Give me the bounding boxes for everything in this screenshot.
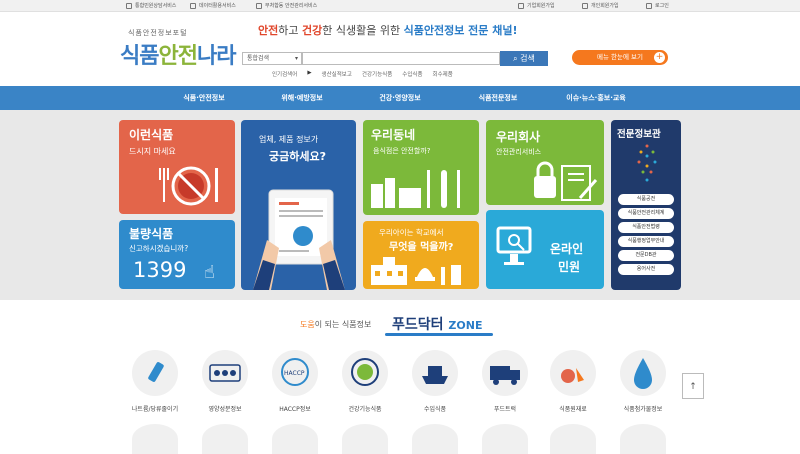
health-food-icon[interactable] — [342, 350, 388, 396]
additive-icon[interactable] — [620, 350, 666, 396]
user-icon — [582, 2, 588, 9]
expert-link[interactable]: 식품행정업무안내 — [618, 236, 674, 247]
truck-icon[interactable] — [482, 350, 528, 396]
tile-report-food[interactable]: 불량식품 신고하시겠습니까? 1399 ☝ — [119, 220, 235, 289]
title-underline — [385, 333, 493, 336]
monitor-icon — [496, 226, 532, 265]
nutrition-icon[interactable] — [202, 350, 248, 396]
town-icon — [371, 170, 460, 208]
search-category-select[interactable]: 통합검색 — [242, 52, 302, 65]
next-row-icon[interactable] — [272, 424, 318, 454]
nav-item[interactable]: 식품·안전정보 — [155, 86, 253, 110]
building-icon — [126, 2, 132, 9]
expert-link[interactable]: 용어사전 — [618, 264, 674, 275]
tile-neighborhood[interactable]: 우리동네 음식점은 안전할까? — [363, 120, 479, 215]
keyword-link[interactable]: 회수제품 — [433, 70, 453, 78]
logo-subtitle: 식품안전정보포털 — [128, 29, 188, 37]
ship-icon[interactable] — [412, 350, 458, 396]
expert-link[interactable]: 전문DB관 — [618, 250, 674, 261]
icon-label: HACCP정보 — [279, 406, 311, 413]
site-logo[interactable]: 식품안전나라 — [120, 38, 236, 70]
util-link-personal-join[interactable]: 개인회원가입 — [582, 2, 619, 9]
nav-item[interactable]: 건강·영양정보 — [351, 86, 449, 110]
dots-bulb-icon — [637, 144, 657, 182]
food-doctor-tagline: 도움이 되는 식품정보 — [300, 320, 372, 329]
hand-icon: ☝ — [204, 262, 215, 283]
ingredient-icon[interactable] — [550, 350, 596, 396]
util-link-safety[interactable]: 부처합동 안전관리서비스 — [256, 2, 317, 9]
expert-link[interactable]: 식품안전법령 — [618, 222, 674, 233]
tile-bad-food[interactable]: 이런식품 드시지 마세요 — [119, 120, 235, 214]
tile-school-meal[interactable]: 우리아이는 학교에서 무엇을 먹을까? — [363, 221, 479, 289]
main-nav: 식품·안전정보 위해·예방정보 건강·영양정보 식품전문정보 이슈·뉴스·홍보·… — [0, 86, 800, 110]
tile-expert-info: 전문정보관 식품공전 식품안전관리체계 식품안전법령 식품행정업무안내 전문DB… — [611, 120, 681, 290]
svg-text:HACCP: HACCP — [284, 370, 305, 377]
document-icon — [256, 2, 262, 9]
icon-label: 건강기능식품 — [348, 406, 382, 413]
expert-link[interactable]: 식품공전 — [618, 194, 674, 205]
no-food-icon — [159, 166, 218, 206]
tile-our-company[interactable]: 우리회사 안전관리서비스 — [486, 120, 604, 205]
icon-label: 식품첨가물정보 — [623, 406, 663, 413]
icon-label: 수입식품 — [423, 406, 447, 413]
next-row-icon[interactable] — [482, 424, 528, 454]
search-button[interactable]: ⌕ 검색 — [500, 51, 548, 66]
expert-link[interactable]: 식품안전관리체계 — [618, 208, 674, 219]
sitemap-button[interactable]: 메뉴 한눈에 보기 + — [572, 50, 668, 65]
nav-item[interactable]: 식품전문정보 — [449, 86, 547, 110]
next-row-icon[interactable] — [550, 424, 596, 454]
tablet-icon — [253, 189, 345, 290]
next-row-icon[interactable] — [132, 424, 178, 454]
next-row-icon[interactable] — [620, 424, 666, 454]
user-icon — [518, 2, 524, 9]
scroll-top-button[interactable]: ↑ — [682, 373, 704, 399]
data-icon — [190, 2, 196, 9]
keyword-link[interactable]: 건강기능식품 — [362, 70, 392, 78]
salt-shaker-icon[interactable] — [132, 350, 178, 396]
food-doctor-title: 푸드닥터 ZONE — [392, 317, 483, 333]
lock-document-icon — [534, 161, 598, 201]
lock-icon — [646, 2, 652, 9]
keyword-link[interactable]: 생산실적보고 — [322, 70, 352, 78]
tile-company-info[interactable]: 업체, 제품 정보가 궁금하세요? — [241, 120, 356, 290]
icon-label: 나트륨/당류줄이기 — [131, 406, 179, 413]
search-input[interactable] — [302, 52, 500, 65]
nav-item[interactable]: 이슈·뉴스·홍보·교육 — [547, 86, 645, 110]
popular-keywords: 인기검색어 ▶ 생산실적보고 건강기능식품 수입식품 회수제품 — [272, 70, 453, 78]
nav-item[interactable]: 위해·예방정보 — [253, 86, 351, 110]
next-row-icon[interactable] — [412, 424, 458, 454]
next-row-icon[interactable] — [202, 424, 248, 454]
util-link-login[interactable]: 로그인 — [646, 2, 669, 9]
tile-online-civil[interactable]: 온라인 민원 — [486, 210, 604, 289]
haccp-icon[interactable]: HACCP — [272, 350, 318, 396]
util-link-consult[interactable]: 통합민원상담서비스 — [126, 2, 176, 9]
util-link-corp-join[interactable]: 기업회원가입 — [518, 2, 555, 9]
school-icon — [371, 257, 461, 285]
plus-icon: + — [654, 52, 665, 63]
header-tagline: 안전하고 건강한 식생활을 위한 식품안전정보 전문 채널! — [258, 24, 518, 37]
icon-label: 영양성분정보 — [208, 406, 242, 413]
next-row-icon[interactable] — [342, 424, 388, 454]
icon-label: 식품원재료 — [559, 406, 587, 413]
keyword-link[interactable]: 수입식품 — [402, 70, 422, 78]
top-utility-bar: 통합민원상담서비스 데이터활용서비스 부처합동 안전관리서비스 기업회원가입 개… — [0, 0, 800, 12]
util-link-data[interactable]: 데이터활용서비스 — [190, 2, 236, 9]
